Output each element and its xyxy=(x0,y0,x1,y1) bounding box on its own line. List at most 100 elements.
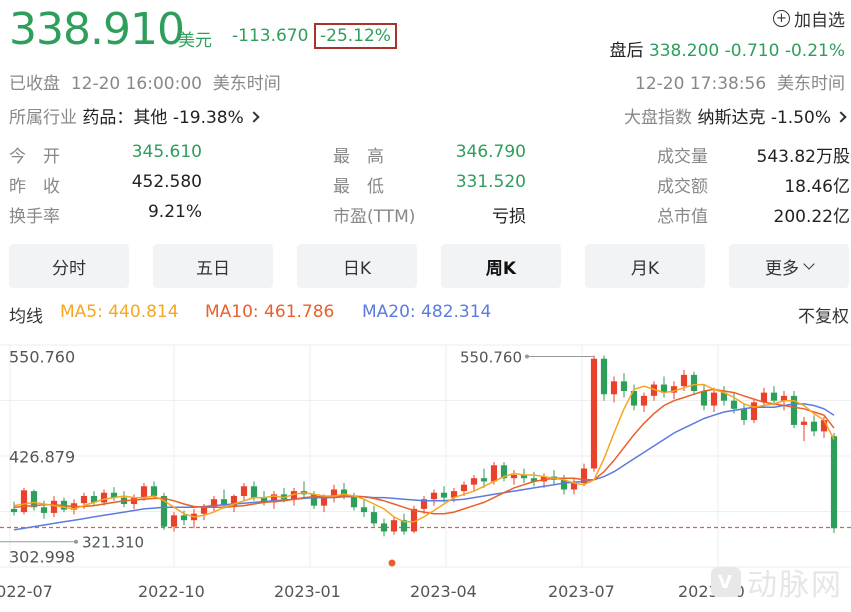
index-percent: -1.50% xyxy=(770,108,831,128)
candle-body xyxy=(590,358,598,469)
candle-body xyxy=(830,436,838,529)
after-hours-quote: 盘后 338.200 -0.710 -0.21% xyxy=(610,36,845,61)
tab-intraday[interactable]: 分时 xyxy=(9,244,129,288)
after-hours-change: -0.710 xyxy=(724,41,780,61)
market-index-link[interactable]: 大盘指数 纳斯达克 -1.50% xyxy=(624,103,847,128)
ma-label: 均线 xyxy=(9,307,43,327)
candle-body xyxy=(680,374,688,387)
candle-body xyxy=(620,381,628,392)
plus-circle-icon: + xyxy=(773,10,790,27)
currency-unit: 美元 xyxy=(178,31,212,51)
chevron-right-icon xyxy=(248,111,260,123)
after-hours-price: 338.200 xyxy=(648,41,720,61)
price-adjust-toggle[interactable]: 不复权 xyxy=(798,302,849,327)
close-time: 12-20 16:00:00 xyxy=(70,74,202,94)
after-hours-time-row: 12-20 17:38:56 美东时间 xyxy=(635,69,845,94)
x-tick-label: 2023-01 xyxy=(274,582,341,601)
chevron-right-icon xyxy=(835,111,847,123)
candle-body xyxy=(150,486,158,496)
ma10-legend: MA10: 461.786 xyxy=(205,302,335,322)
add-favorite-label: 加自选 xyxy=(794,11,845,31)
tab-monthly-k[interactable]: 月K xyxy=(585,244,705,288)
max-annotation-dot xyxy=(525,354,529,359)
tab-more[interactable]: 更多 xyxy=(729,244,849,288)
candle-body xyxy=(750,402,758,421)
stat-value-pe: 亏损 xyxy=(492,207,526,227)
candle-body xyxy=(460,484,468,492)
industry-label: 所属行业 xyxy=(9,108,77,128)
candle-body xyxy=(250,486,258,498)
candle-body xyxy=(20,490,28,513)
candle-body xyxy=(710,392,718,406)
candle-body xyxy=(510,474,518,479)
ma10-line xyxy=(13,388,835,515)
candle-body xyxy=(320,497,328,506)
candle-body xyxy=(380,523,388,532)
candle-body xyxy=(640,395,648,406)
stat-label-high: 最 高 xyxy=(333,147,384,167)
after-hours-label: 盘后 xyxy=(609,41,644,61)
min-annotation-label: 321.310 xyxy=(82,534,144,552)
candle-body xyxy=(10,508,18,513)
index-label: 大盘指数 xyxy=(624,108,693,128)
market-status-text: 已收盘 xyxy=(9,74,60,94)
tab-five-day[interactable]: 五日 xyxy=(153,244,273,288)
x-tick-label: 2022-07 xyxy=(0,582,53,601)
candle-body xyxy=(140,486,148,498)
candle-body xyxy=(240,486,248,496)
candle-body xyxy=(40,507,48,513)
y-tick-label: 550.760 xyxy=(9,347,75,366)
candle-body xyxy=(80,495,88,504)
price-change: -113.670 xyxy=(232,26,309,46)
x-tick-label: 2023-04 xyxy=(410,582,477,601)
candle-body xyxy=(770,392,778,401)
tab-weekly-k[interactable]: 周K xyxy=(441,244,561,288)
candle-body xyxy=(100,492,108,503)
min-annotation-dot xyxy=(74,539,78,544)
last-price: 338.910 xyxy=(9,4,185,55)
stat-value-market-cap: 200.22亿 xyxy=(773,207,850,227)
candle-body xyxy=(180,515,188,521)
candle-body xyxy=(360,507,368,513)
max-annotation-label: 550.760 xyxy=(460,348,522,366)
candle-body xyxy=(600,358,608,395)
stat-label-pe: 市盈(TTM) xyxy=(333,207,416,227)
price-change-percent: -25.12% xyxy=(314,23,397,49)
candle-body xyxy=(50,500,58,513)
index-name: 纳斯达克 xyxy=(697,108,766,128)
stat-label-market-cap: 总市值 xyxy=(657,207,708,227)
stat-value-low: 331.520 xyxy=(455,172,526,192)
candle-body xyxy=(730,400,738,409)
x-tick-label: 2023-07 xyxy=(548,582,615,601)
stat-value-open: 345.610 xyxy=(131,142,202,162)
moving-average-legend: 均线 MA5: 440.814 MA10: 461.786 MA20: 482.… xyxy=(9,302,849,327)
ma5-legend: MA5: 440.814 xyxy=(60,302,179,322)
industry-link[interactable]: 所属行业 药品：其他 -19.38% xyxy=(9,103,260,128)
close-timezone: 美东时间 xyxy=(212,74,281,94)
x-tick-label: 2022-10 xyxy=(138,582,205,601)
candle-body xyxy=(440,492,448,498)
candle-body xyxy=(490,465,498,482)
add-favorite-button[interactable]: + 加自选 xyxy=(773,6,845,31)
candle-body xyxy=(700,391,708,406)
stat-value-turnover-rate: 9.21% xyxy=(147,202,202,222)
candle-body xyxy=(480,478,488,482)
candle-body xyxy=(430,492,438,500)
stat-label-open: 今 开 xyxy=(9,147,60,167)
industry-name: 药品：其他 xyxy=(82,108,168,128)
after-hours-timezone: 美东时间 xyxy=(777,74,845,94)
candle-body xyxy=(350,495,358,508)
stat-label-volume: 成交量 xyxy=(657,147,708,167)
tab-daily-k[interactable]: 日K xyxy=(297,244,417,288)
after-hours-time: 12-20 17:38:56 xyxy=(635,74,767,94)
stat-label-turnover: 成交额 xyxy=(657,177,708,197)
after-hours-percent: -0.21% xyxy=(784,41,845,61)
candle-body xyxy=(200,507,208,514)
event-marker xyxy=(388,559,396,567)
stat-value-high: 346.790 xyxy=(455,142,526,162)
watermark-logo: V 动脉网 xyxy=(711,560,843,604)
candle-body xyxy=(370,512,378,524)
logo-icon: V xyxy=(711,567,741,597)
stat-label-turnover-rate: 换手率 xyxy=(9,207,60,227)
candle-body xyxy=(390,520,398,532)
